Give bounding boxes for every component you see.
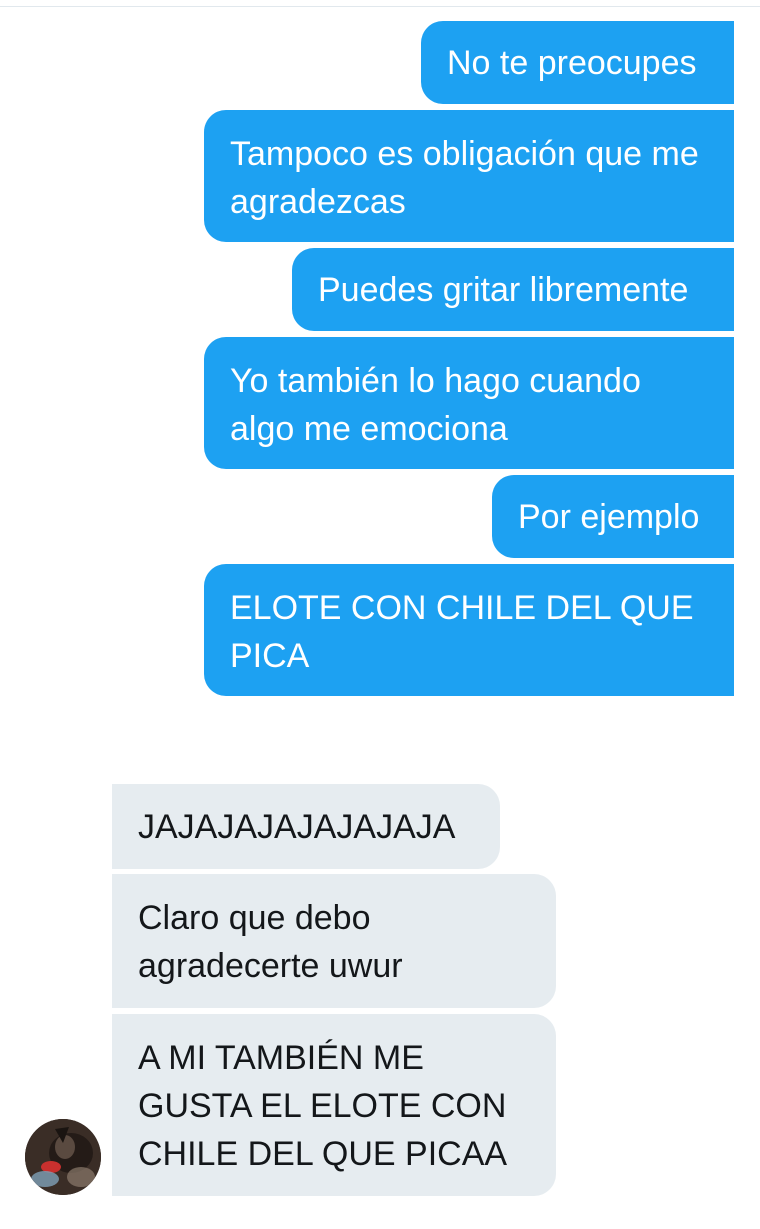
received-message[interactable]: A MI TAMBIÉN ME GUSTA EL ELOTE CON CHILE… — [112, 1014, 556, 1196]
message-text: Claro que debo agradecerte uwur — [138, 899, 403, 985]
message-text: JAJAJAJAJAJAJAJA — [138, 807, 456, 846]
avatar-photo-icon — [25, 1119, 101, 1195]
sent-message[interactable]: Por ejemplo — [492, 475, 734, 558]
sent-message[interactable]: Tampoco es obligación que me agradezcas — [204, 110, 734, 242]
sent-message[interactable]: No te preocupes — [421, 21, 734, 104]
message-text: A MI TAMBIÉN ME GUSTA EL ELOTE CON CHILE… — [138, 1039, 508, 1173]
message-text: No te preocupes — [447, 43, 697, 82]
received-message[interactable]: Claro que debo agradecerte uwur — [112, 874, 556, 1008]
top-divider — [0, 6, 760, 7]
message-text: Por ejemplo — [518, 497, 700, 536]
sent-message[interactable]: Yo también lo hago cuando algo me emocio… — [204, 337, 734, 469]
message-text: Puedes gritar libremente — [318, 270, 689, 309]
contact-avatar[interactable] — [25, 1119, 101, 1195]
message-text: Yo también lo hago cuando algo me emocio… — [230, 362, 641, 448]
received-message[interactable]: JAJAJAJAJAJAJAJA — [112, 784, 500, 869]
message-text: Tampoco es obligación que me agradezcas — [230, 135, 699, 221]
message-text: ELOTE CON CHILE DEL QUE PICA — [230, 589, 694, 675]
sent-message[interactable]: ELOTE CON CHILE DEL QUE PICA — [204, 564, 734, 696]
sent-message[interactable]: Puedes gritar libremente — [292, 248, 734, 331]
